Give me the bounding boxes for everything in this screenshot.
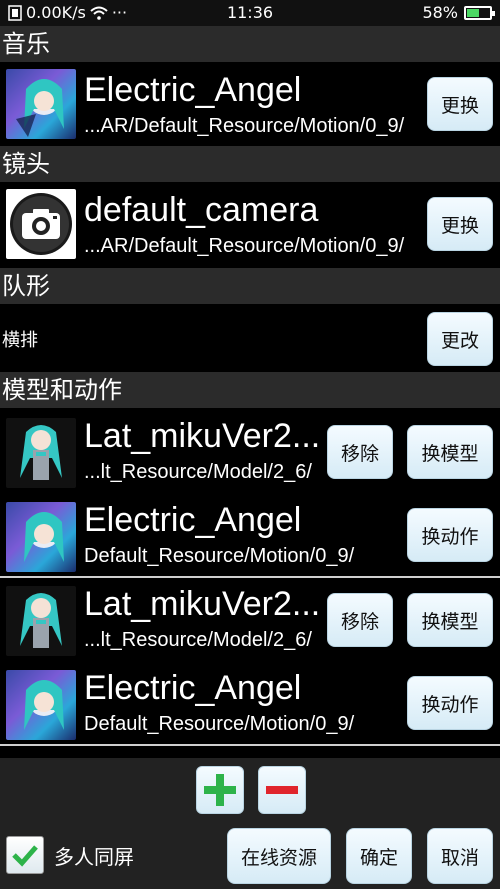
motion-thumbnail — [6, 670, 76, 740]
minus-icon — [266, 786, 298, 794]
check-icon — [12, 845, 38, 867]
music-row: Electric_Angel ...AR/Default_Resource/Mo… — [0, 62, 500, 146]
section-header-music: 音乐 — [0, 26, 500, 62]
music-path: ...AR/Default_Resource/Motion/0_9/ — [84, 115, 405, 137]
camera-path: ...AR/Default_Resource/Motion/0_9/ — [84, 235, 405, 257]
confirm-button[interactable]: 确定 — [346, 828, 412, 884]
change-model-button[interactable]: 换模型 — [407, 593, 493, 647]
model-thumbnail — [6, 586, 76, 656]
formation-row: 横排 更改 — [0, 304, 500, 372]
performer-divider — [0, 744, 500, 746]
add-performer-button[interactable] — [196, 766, 244, 814]
camera-row: default_camera ...AR/Default_Resource/Mo… — [0, 182, 500, 266]
motion-title: Electric_Angel — [84, 669, 302, 707]
section-header-models: 模型和动作 — [0, 372, 500, 408]
motion-title: Electric_Angel — [84, 501, 302, 539]
camera-icon — [10, 193, 72, 255]
model-path: ...lt_Resource/Model/2_6/ — [84, 461, 312, 483]
change-formation-button[interactable]: 更改 — [427, 312, 493, 366]
remove-button[interactable]: 移除 — [327, 425, 393, 479]
change-motion-button[interactable]: 换动作 — [407, 508, 493, 562]
battery-fill — [467, 8, 479, 17]
motion-thumbnail — [6, 502, 76, 572]
miku-art-icon — [24, 680, 64, 730]
motion-path: Default_Resource/Motion/0_9/ — [84, 713, 355, 735]
multi-screen-checkbox[interactable] — [6, 836, 44, 874]
performer-2: Lat_mikuVer2... ...lt_Resource/Model/2_6… — [0, 578, 500, 744]
model-title: Lat_mikuVer2... — [84, 417, 320, 455]
multi-screen-label: 多人同屏 — [54, 847, 134, 869]
section-header-camera: 镜头 — [0, 146, 500, 182]
camera-title: default_camera — [84, 191, 319, 229]
online-resources-button[interactable]: 在线资源 — [227, 828, 331, 884]
miku-model-icon — [20, 425, 62, 480]
battery-icon — [464, 5, 495, 20]
battery-percent: 58% — [422, 3, 458, 22]
remove-performer-button[interactable] — [258, 766, 306, 814]
miku-art-icon — [24, 512, 64, 562]
music-thumbnail — [6, 69, 76, 139]
formation-value: 横排 — [2, 330, 38, 350]
remove-button[interactable]: 移除 — [327, 593, 393, 647]
bottom-bar: 多人同屏 在线资源 确定 取消 — [0, 758, 500, 889]
change-camera-button[interactable]: 更换 — [427, 197, 493, 251]
change-music-button[interactable]: 更换 — [427, 77, 493, 131]
camera-thumbnail — [6, 189, 76, 259]
model-title: Lat_mikuVer2... — [84, 585, 320, 623]
cancel-button[interactable]: 取消 — [427, 828, 493, 884]
clock: 11:36 — [226, 3, 274, 22]
model-path: ...lt_Resource/Model/2_6/ — [84, 629, 312, 651]
motion-path: Default_Resource/Motion/0_9/ — [84, 545, 355, 567]
music-title: Electric_Angel — [84, 71, 302, 109]
plus-icon — [204, 774, 236, 806]
performer-1: Lat_mikuVer2... ...lt_Resource/Model/2_6… — [0, 410, 500, 576]
miku-model-icon — [20, 593, 62, 648]
change-motion-button[interactable]: 换动作 — [407, 676, 493, 730]
model-thumbnail — [6, 418, 76, 488]
status-bar: 0.00K/s ··· 11:36 58% — [0, 0, 500, 26]
change-model-button[interactable]: 换模型 — [407, 425, 493, 479]
miku-art-icon — [16, 79, 64, 137]
section-header-formation: 队形 — [0, 268, 500, 304]
